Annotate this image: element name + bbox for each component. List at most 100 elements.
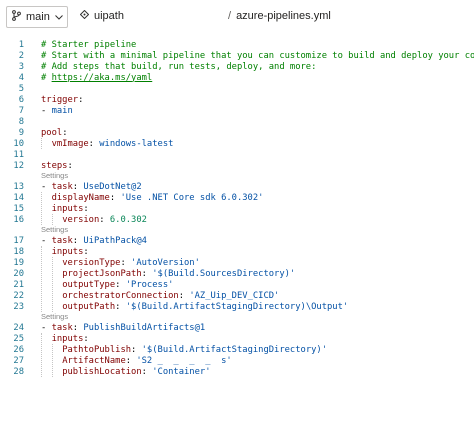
code-text: outputPath: '$(Build.ArtifactStagingDire…: [62, 301, 349, 312]
code-text: trigger:: [41, 94, 84, 105]
file-breadcrumb: / azure-pipelines.yml: [228, 10, 331, 22]
code-line: 21 outputType: 'Process': [0, 279, 474, 290]
code-line: 20 projectJsonPath: '$(Build.SourcesDire…: [0, 268, 474, 279]
code-line: 6 trigger:: [0, 94, 474, 105]
code-line: 2 # Start with a minimal pipeline that yo…: [0, 50, 474, 61]
line-number: 4: [18, 72, 24, 83]
code-line: 1 # Starter pipeline: [0, 39, 474, 50]
indent-guide: [51, 344, 53, 377]
line-number: 13: [13, 181, 24, 192]
code-line: 23 outputPath: '$(Build.ArtifactStagingD…: [0, 301, 474, 312]
line-number: 10: [13, 138, 24, 149]
code-line: 25 inputs:: [0, 333, 474, 344]
line-number: 3: [18, 61, 24, 72]
line-number: 21: [13, 279, 24, 290]
settings-codelens[interactable]: Settings: [41, 312, 68, 322]
line-number: 2: [18, 50, 24, 61]
code-line: 10 vmImage: windows-latest: [0, 138, 474, 149]
code-line: 7 - main: [0, 105, 474, 116]
code-line: 9 pool:: [0, 127, 474, 138]
code-text: version: 6.0.302: [62, 214, 147, 225]
line-number: 7: [18, 105, 24, 116]
code-line: 28 publishLocation: 'Container': [0, 366, 474, 377]
indent-guide: [41, 246, 42, 312]
path-separator: /: [228, 10, 232, 22]
indent-guide: [41, 192, 42, 225]
code-text: # https://aka.ms/yaml: [41, 72, 153, 83]
code-text: publishLocation: 'Container': [62, 366, 211, 377]
line-number: 12: [13, 160, 24, 171]
code-text: # Starter pipeline: [41, 39, 137, 50]
line-number: 24: [13, 322, 24, 333]
indent-guide: [41, 333, 42, 377]
branch-selector-button[interactable]: main: [6, 6, 68, 28]
line-number: 26: [13, 344, 24, 355]
line-number: 17: [13, 235, 24, 246]
line-number: 22: [13, 290, 24, 301]
code-line: 26 PathtoPublish: '$(Build.ArtifactStagi…: [0, 344, 474, 355]
line-number: 6: [18, 94, 24, 105]
code-text: inputs:: [51, 246, 89, 257]
line-number: 23: [13, 301, 24, 312]
code-text: steps:: [41, 160, 73, 171]
code-line: 18 inputs:: [0, 246, 474, 257]
line-number: 15: [13, 203, 24, 214]
settings-codelens[interactable]: Settings: [41, 225, 68, 235]
code-text: projectJsonPath: '$(Build.SourcesDirecto…: [62, 268, 296, 279]
indent-guide: [51, 214, 53, 225]
line-number: 16: [13, 214, 24, 225]
code-text: - task: PublishBuildArtifacts@1: [41, 322, 206, 333]
settings-codelens[interactable]: Settings: [41, 171, 68, 181]
repository-link[interactable]: uipath: [79, 9, 124, 22]
chevron-down-icon: [54, 14, 63, 20]
code-text: - task: UseDotNet@2: [41, 181, 142, 192]
code-text: orchestratorConnection: 'AZ_Uip_DEV_CICD…: [62, 290, 280, 301]
code-text: PathtoPublish: '$(Build.ArtifactStagingD…: [62, 344, 328, 355]
code-text: ArtifactName: 'S2 _ _ _ _ s': [62, 355, 232, 366]
line-number: 8: [18, 116, 24, 127]
code-text: - main: [41, 105, 73, 116]
line-number: 5: [18, 83, 24, 94]
branch-name: main: [26, 11, 50, 23]
line-number: 27: [13, 355, 24, 366]
line-number: 25: [13, 333, 24, 344]
code-line: 11: [0, 149, 474, 160]
line-number: 18: [13, 246, 24, 257]
code-line: 22 orchestratorConnection: 'AZ_Uip_DEV_C…: [0, 290, 474, 301]
yaml-code-editor[interactable]: 1 # Starter pipeline 2 # Start with a minim…: [0, 37, 474, 438]
line-number: 9: [18, 127, 24, 138]
code-line: 5: [0, 83, 474, 94]
code-line: 12 steps:: [0, 160, 474, 171]
line-number: 11: [13, 149, 24, 160]
repository-name: uipath: [94, 10, 124, 22]
code-line: 19 versionType: 'AutoVersion': [0, 257, 474, 268]
line-number: 19: [13, 257, 24, 268]
code-text: # Start with a minimal pipeline that you…: [41, 50, 474, 61]
indent-guide: [41, 138, 42, 149]
code-text: displayName: 'Use .NET Core sdk 6.0.302': [51, 192, 264, 203]
code-line: 8: [0, 116, 474, 127]
code-text: versionType: 'AutoVersion': [62, 257, 200, 268]
code-line: 15 inputs:: [0, 203, 474, 214]
code-text: # Add steps that build, run tests, deplo…: [41, 61, 317, 72]
line-number: 28: [13, 366, 24, 377]
code-text: vmImage: windows-latest: [51, 138, 174, 149]
code-line: 16 version: 6.0.302: [0, 214, 474, 225]
code-text: outputType: 'Process': [62, 279, 174, 290]
branch-icon: [12, 10, 21, 24]
line-number: 14: [13, 192, 24, 203]
code-line: 24 - task: PublishBuildArtifacts@1: [0, 322, 474, 333]
code-text: inputs:: [51, 203, 89, 214]
code-line: 17 - task: UiPathPack@4: [0, 235, 474, 246]
file-name[interactable]: azure-pipelines.yml: [236, 10, 331, 22]
code-text: inputs:: [51, 333, 89, 344]
code-line: 3 # Add steps that build, run tests, depl…: [0, 61, 474, 72]
code-line: 4 # https://aka.ms/yaml: [0, 72, 474, 83]
line-number: 1: [18, 39, 24, 50]
code-text: pool:: [41, 127, 68, 138]
code-line: 27 ArtifactName: 'S2 _ _ _ _ s': [0, 355, 474, 366]
editor-header: main uipath / azure-pipelines.yml: [0, 0, 474, 34]
line-number: 20: [13, 268, 24, 279]
code-line: 14 displayName: 'Use .NET Core sdk 6.0.3…: [0, 192, 474, 203]
repository-icon: [79, 9, 90, 22]
